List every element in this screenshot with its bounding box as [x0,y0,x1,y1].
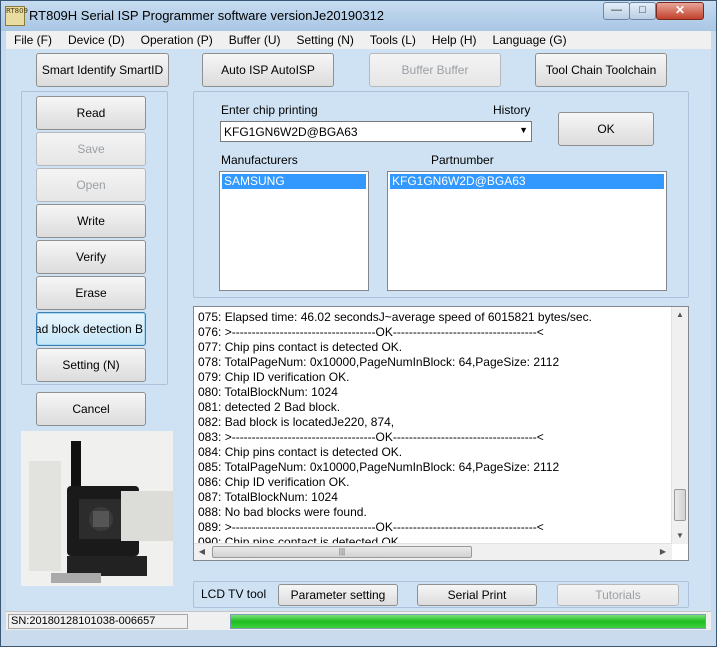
list-item-manufacturer[interactable]: SAMSUNG [222,174,366,189]
read-button[interactable]: Read [36,96,146,130]
menu-bar: File (F) Device (D) Operation (P) Buffer… [6,31,711,49]
bad-block-detection-button[interactable]: Bad block detection B [36,312,146,346]
log-line: 086: Chip ID verification OK. [198,475,350,489]
menu-device[interactable]: Device (D) [60,33,133,47]
programmer-device-image [21,431,173,586]
menu-setting[interactable]: Setting (N) [289,33,362,47]
menu-tools[interactable]: Tools (L) [362,33,424,47]
open-button[interactable]: Open [36,168,146,202]
window-title: RT809H Serial ISP Programmer software ve… [29,8,385,23]
menu-buffer[interactable]: Buffer (U) [221,33,289,47]
manufacturers-list[interactable]: SAMSUNG [219,171,369,291]
scroll-right-icon[interactable]: ▶ [655,544,671,560]
log-line: 078: TotalPageNum: 0x10000,PageNumInBloc… [198,355,560,369]
title-bar[interactable]: RT809 RT809H Serial ISP Programmer softw… [1,1,716,31]
menu-language[interactable]: Language (G) [485,33,575,47]
programmer-socket-illustration [21,431,173,586]
chip-printing-combobox[interactable]: KFG1GN6W2D@BGA63 ▼ [220,121,532,142]
menu-help[interactable]: Help (H) [424,33,485,47]
maximize-button[interactable]: □ [629,2,656,20]
parameter-setting-button[interactable]: Parameter setting [278,584,398,606]
horizontal-scroll-thumb[interactable]: ||| [212,546,472,558]
partnumber-list[interactable]: KFG1GN6W2D@BGA63 [387,171,667,291]
log-output[interactable]: 075: Elapsed time: 46.02 secondsJ~averag… [193,306,689,561]
progress-bar [230,614,706,629]
auto-isp-button[interactable]: Auto ISP AutoISP [202,53,334,87]
log-line: 083: >----------------------------------… [198,430,544,444]
tutorials-button[interactable]: Tutorials [557,584,679,606]
log-horizontal-scrollbar[interactable]: ◀ ||| ▶ [194,543,672,560]
vertical-scroll-thumb[interactable] [674,489,686,521]
bad-block-label: Bad block detection B [36,322,143,336]
log-line: 081: detected 2 Bad block. [198,400,341,414]
tool-chain-button[interactable]: Tool Chain Toolchain [535,53,667,87]
list-item-partnumber[interactable]: KFG1GN6W2D@BGA63 [390,174,664,189]
app-logo-icon: RT809 [5,6,28,26]
enter-chip-label: Enter chip printing [221,103,318,117]
log-line: 085: TotalPageNum: 0x10000,PageNumInBloc… [198,460,560,474]
log-line: 088: No bad blocks were found. [198,505,367,519]
log-line: 075: Elapsed time: 46.02 secondsJ~averag… [198,310,592,324]
lcd-tv-tool-label: LCD TV tool [201,587,267,601]
log-line: 077: Chip pins contact is detected OK. [198,340,403,354]
buffer-button[interactable]: Buffer Buffer [369,53,501,87]
app-window: RT809 RT809H Serial ISP Programmer softw… [0,0,717,647]
verify-button[interactable]: Verify [36,240,146,274]
serial-number-text: SN:20180128101038-006657 [8,614,188,629]
write-button[interactable]: Write [36,204,146,238]
scroll-down-icon[interactable]: ▼ [672,528,688,544]
log-line: 084: Chip pins contact is detected OK. [198,445,403,459]
dropdown-arrow-icon[interactable]: ▼ [519,125,528,135]
setting-button[interactable]: Setting (N) [36,348,146,382]
history-label: History [493,103,531,117]
status-bar: SN:20180128101038-006657 [6,611,711,630]
menu-operation[interactable]: Operation (P) [133,33,221,47]
scroll-left-icon[interactable]: ◀ [194,544,210,560]
log-line: 079: Chip ID verification OK. [198,370,350,384]
menu-file[interactable]: File (F) [6,33,60,47]
save-button[interactable]: Save [36,132,146,166]
log-line: 080: TotalBlockNum: 1024 [198,385,338,399]
chip-printing-value: KFG1GN6W2D@BGA63 [224,125,358,139]
log-line: 087: TotalBlockNum: 1024 [198,490,338,504]
log-line: 089: >----------------------------------… [198,520,544,534]
log-vertical-scrollbar[interactable]: ▲ ▼ [671,307,688,544]
partnumber-label: Partnumber [431,153,494,167]
serial-print-button[interactable]: Serial Print [417,584,537,606]
erase-button[interactable]: Erase [36,276,146,310]
cancel-button[interactable]: Cancel [36,392,146,426]
ok-button[interactable]: OK [558,112,654,146]
manufacturers-label: Manufacturers [221,153,298,167]
progress-fill [231,615,705,628]
close-button[interactable]: ✕ [656,2,704,20]
log-line: 076: >----------------------------------… [198,325,544,339]
log-line: 082: Bad block is locatedJe220, 874, [198,415,395,429]
smart-identify-button[interactable]: Smart Identify SmartID [36,53,169,87]
scroll-up-icon[interactable]: ▲ [672,307,688,323]
client-area: Smart Identify SmartID Auto ISP AutoISP … [6,49,711,630]
minimize-button[interactable]: — [603,2,630,20]
